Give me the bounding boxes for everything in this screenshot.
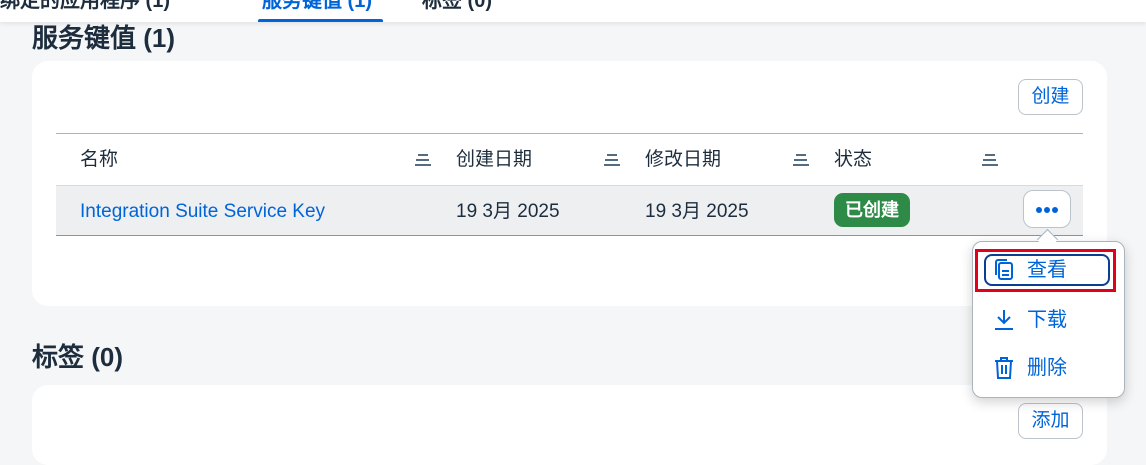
tags-title: 标签 (0) bbox=[32, 342, 124, 372]
table-row[interactable]: Integration Suite Service Key 19 3月 2025… bbox=[56, 186, 1083, 236]
column-header-name[interactable]: 名称 bbox=[80, 134, 118, 185]
menu-item-delete[interactable]: 删除 bbox=[983, 348, 1114, 388]
column-header-status[interactable]: 状态 bbox=[834, 134, 872, 185]
menu-item-delete-label: 删除 bbox=[1027, 357, 1067, 379]
add-button[interactable]: 添加 bbox=[1018, 403, 1083, 439]
copy-view-icon bbox=[995, 259, 1013, 280]
column-menu-icon[interactable] bbox=[793, 154, 809, 166]
column-menu-icon[interactable] bbox=[604, 154, 620, 166]
modified-date: 19 3月 2025 bbox=[645, 201, 749, 222]
status-badge: 已创建 bbox=[834, 193, 910, 227]
service-keys-title: 服务键值 (1) bbox=[32, 23, 176, 53]
menu-item-download-label: 下载 bbox=[1027, 309, 1067, 331]
tab-bar: 绑定的应用程序 (1) 服务键值 (1) 标签 (0) bbox=[0, 0, 1146, 22]
table-header: 名称 创建日期 修改日期 状态 bbox=[56, 134, 1083, 186]
menu-item-download[interactable]: 下载 bbox=[983, 300, 1114, 340]
menu-item-view-label: 查看 bbox=[1027, 259, 1067, 281]
tab-service-keys[interactable]: 服务键值 (1) bbox=[262, 0, 372, 16]
column-header-created[interactable]: 创建日期 bbox=[456, 134, 532, 185]
trash-icon bbox=[995, 357, 1013, 379]
more-actions-button[interactable] bbox=[1023, 190, 1071, 228]
column-menu-icon[interactable] bbox=[982, 154, 998, 166]
menu-item-view[interactable]: 查看 bbox=[983, 250, 1114, 290]
service-keys-table: 名称 创建日期 修改日期 状态 Integration Suite Servic… bbox=[56, 133, 1083, 236]
tab-bound-apps[interactable]: 绑定的应用程序 (1) bbox=[0, 0, 170, 16]
tags-card bbox=[32, 385, 1107, 465]
created-date: 19 3月 2025 bbox=[456, 201, 560, 222]
column-header-modified[interactable]: 修改日期 bbox=[645, 134, 721, 185]
column-menu-icon[interactable] bbox=[415, 154, 431, 166]
more-icon bbox=[1036, 207, 1042, 213]
service-key-name-link[interactable]: Integration Suite Service Key bbox=[80, 186, 325, 235]
actions-popover: 查看 下载 删除 bbox=[972, 241, 1125, 398]
tab-tags[interactable]: 标签 (0) bbox=[422, 0, 492, 16]
create-button[interactable]: 创建 bbox=[1018, 79, 1083, 115]
download-icon bbox=[995, 310, 1013, 330]
active-tab-indicator bbox=[258, 19, 383, 22]
